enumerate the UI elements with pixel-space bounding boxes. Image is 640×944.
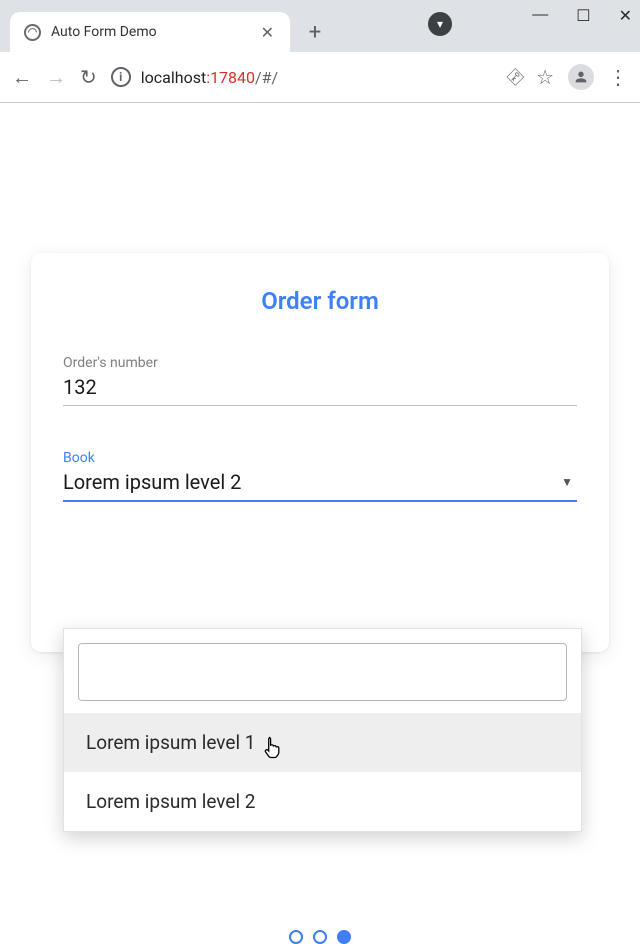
cursor-hand-icon: [263, 735, 283, 765]
maximize-button[interactable]: ☐: [576, 6, 590, 26]
window-controls: — ☐ ✕: [532, 6, 632, 26]
form-title: Order form: [63, 287, 577, 315]
order-form-card: Order form Order's number 132 Book Lorem…: [31, 253, 609, 652]
close-window-button[interactable]: ✕: [619, 6, 632, 26]
url-port: :17840: [206, 68, 255, 87]
order-number-field: Order's number 132: [63, 355, 577, 406]
browser-toolbar: ← → ↻ i localhost:17840/#/ ⚿ ☆ ⋮: [0, 52, 640, 102]
browser-menu-button[interactable]: ⋮: [608, 65, 628, 89]
address-bar[interactable]: i localhost:17840/#/: [111, 67, 495, 87]
order-number-input[interactable]: 132: [63, 371, 577, 406]
person-icon: [573, 69, 589, 85]
extension-icon[interactable]: [428, 12, 452, 36]
book-field: Book Lorem ipsum level 2 ▼: [63, 450, 577, 502]
url-host: localhost: [141, 68, 206, 87]
profile-avatar[interactable]: [568, 64, 594, 90]
pager-dots: [289, 930, 351, 944]
book-select[interactable]: Lorem ipsum level 2 ▼: [63, 466, 577, 502]
url-path: /#/: [255, 68, 278, 87]
pager-dot-0[interactable]: [289, 930, 303, 944]
dropdown-option-0[interactable]: Lorem ipsum level 1: [64, 713, 581, 772]
pager-dot-1[interactable]: [313, 930, 327, 944]
back-button[interactable]: ←: [12, 65, 32, 90]
url: localhost:17840/#/: [141, 68, 278, 87]
reload-button[interactable]: ↻: [80, 65, 97, 89]
new-tab-button[interactable]: +: [300, 17, 330, 47]
titlebar: Auto Form Demo ✕ + — ☐ ✕: [0, 0, 640, 52]
site-info-icon[interactable]: i: [111, 67, 131, 87]
dropdown-option-1[interactable]: Lorem ipsum level 2: [64, 772, 581, 831]
bookmark-star-icon[interactable]: ☆: [536, 65, 554, 89]
forward-button: →: [46, 65, 66, 90]
browser-chrome: Auto Form Demo ✕ + — ☐ ✕ ← → ↻ i localho…: [0, 0, 640, 103]
order-number-label: Order's number: [63, 355, 577, 371]
page-content: Order form Order's number 132 Book Lorem…: [0, 103, 640, 652]
pager-dot-2[interactable]: [337, 930, 351, 944]
book-dropdown: Lorem ipsum level 1 Lorem ipsum level 2: [63, 628, 582, 832]
book-label: Book: [63, 450, 577, 466]
password-key-icon[interactable]: ⚿: [503, 65, 528, 90]
browser-tab[interactable]: Auto Form Demo ✕: [10, 12, 290, 52]
close-tab-icon[interactable]: ✕: [257, 21, 278, 44]
dropdown-search-input[interactable]: [78, 643, 567, 701]
chevron-down-icon: ▼: [561, 475, 573, 489]
globe-icon: [24, 24, 41, 41]
tab-title: Auto Form Demo: [51, 24, 247, 40]
minimize-button[interactable]: —: [532, 6, 548, 26]
